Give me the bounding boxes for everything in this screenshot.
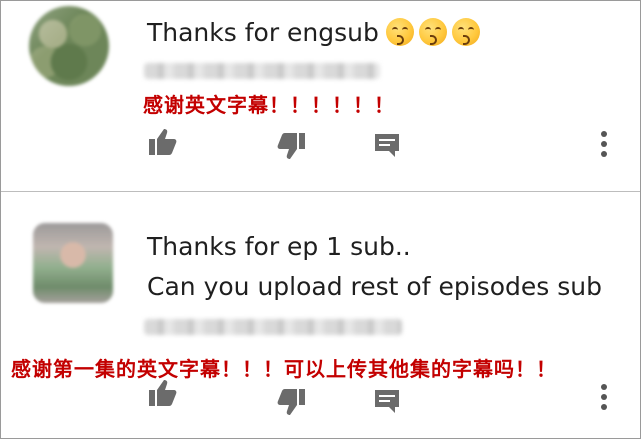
blurred-username (144, 63, 380, 79)
thumbs-up-icon[interactable] (147, 128, 179, 156)
kissing-face-emoji (452, 18, 480, 46)
comment-text-line: Can you upload rest of episodes sub (147, 272, 602, 301)
emoji-group (386, 18, 480, 46)
more-vertical-icon[interactable] (598, 382, 610, 412)
avatar[interactable] (33, 223, 113, 303)
comment-item: Thanks for engsub 感谢英文字幕！！！！！！ (1, 1, 640, 191)
more-vertical-icon[interactable] (598, 129, 610, 159)
kissing-face-emoji (386, 18, 414, 46)
chinese-caption: 感谢第一集的英文字幕！！！可以上传其他集的字幕吗！！ (11, 357, 557, 381)
comment-text-line: Thanks for engsub (147, 18, 379, 47)
thumbs-up-icon[interactable] (147, 379, 179, 407)
kissing-face-emoji (419, 18, 447, 46)
reply-icon[interactable] (373, 132, 401, 158)
avatar[interactable] (29, 6, 109, 86)
chinese-caption: 感谢英文字幕！！！！！！ (143, 93, 395, 117)
blurred-username (144, 319, 402, 335)
reply-icon[interactable] (373, 388, 401, 414)
thumbs-down-icon[interactable] (275, 132, 307, 160)
comment-text-line: Thanks for ep 1 sub.. (147, 232, 411, 261)
comments-panel: Thanks for engsub 感谢英文字幕！！！！！！ Thanks fo… (0, 0, 641, 439)
thumbs-down-icon[interactable] (275, 388, 307, 416)
